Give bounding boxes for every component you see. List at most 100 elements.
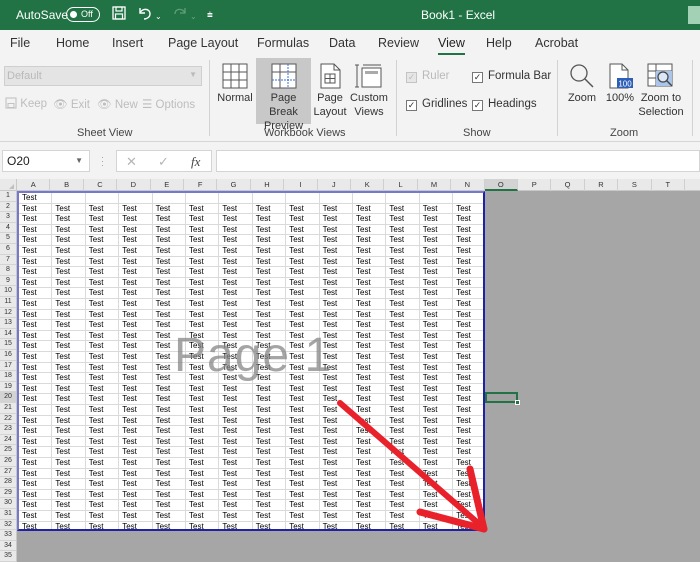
cell-b11[interactable]: Test <box>52 299 86 310</box>
cell-a3[interactable]: Test <box>19 214 53 225</box>
cell-k20[interactable]: Test <box>353 394 387 405</box>
cell-a32[interactable]: Test <box>19 521 53 529</box>
cell-a2[interactable]: Test <box>19 203 53 215</box>
cell-i11[interactable]: Test <box>286 299 320 310</box>
cell-m14[interactable]: Test <box>419 330 454 342</box>
row-header-2[interactable]: 2 <box>0 202 16 213</box>
cell-d2[interactable]: Test <box>119 203 153 215</box>
cell-n9[interactable]: Test <box>453 278 483 289</box>
row-header-28[interactable]: 28 <box>0 477 16 488</box>
cell-g12[interactable]: Test <box>219 309 253 321</box>
cell-j32[interactable]: Test <box>320 521 353 529</box>
cell-a10[interactable]: Test <box>19 288 53 299</box>
cell-j24[interactable]: Test <box>319 436 353 448</box>
cell-f31[interactable]: Test <box>186 511 220 522</box>
row-header-33[interactable]: 33 <box>0 530 16 541</box>
cell-f9[interactable]: Test <box>186 277 220 289</box>
cell-b20[interactable]: Test <box>52 394 86 405</box>
tab-insert[interactable]: Insert <box>112 36 143 50</box>
cell-n16[interactable]: Test <box>453 352 483 363</box>
cell-i20[interactable]: Test <box>286 394 320 405</box>
cell-m2[interactable]: Test <box>419 203 454 215</box>
row-header-22[interactable]: 22 <box>0 414 16 425</box>
cell-n1[interactable] <box>453 193 483 204</box>
cell-l31[interactable]: Test <box>386 511 420 522</box>
cell-e18[interactable]: Test <box>152 373 186 384</box>
cell-b7[interactable]: Test <box>52 256 86 268</box>
cell-h19[interactable]: Test <box>252 383 287 395</box>
cell-b28[interactable]: Test <box>52 479 86 490</box>
cell-e15[interactable]: Test <box>152 341 186 352</box>
cell-e22[interactable]: Test <box>152 415 186 427</box>
cell-n17[interactable]: Test <box>453 363 483 374</box>
cell-h7[interactable]: Test <box>252 256 287 268</box>
cell-f27[interactable]: Test <box>186 468 220 480</box>
column-header-b[interactable]: B <box>50 179 84 191</box>
row-header-12[interactable]: 12 <box>0 308 16 319</box>
cell-f25[interactable]: Test <box>186 447 220 458</box>
cell-j13[interactable]: Test <box>319 320 353 331</box>
splitter-handle[interactable]: · · · <box>101 153 104 170</box>
cell-j20[interactable]: Test <box>319 394 353 405</box>
cell-e17[interactable]: Test <box>152 362 186 374</box>
cell-h22[interactable]: Test <box>252 415 287 427</box>
cell-d26[interactable]: Test <box>119 458 153 469</box>
row-header-26[interactable]: 26 <box>0 456 16 467</box>
cell-g20[interactable]: Test <box>219 394 253 405</box>
cell-m15[interactable]: Test <box>419 341 454 352</box>
cell-j4[interactable]: Test <box>319 224 353 236</box>
cell-f2[interactable]: Test <box>186 203 220 215</box>
cell-a22[interactable]: Test <box>19 415 53 427</box>
cell-c18[interactable]: Test <box>85 373 120 384</box>
cell-b3[interactable]: Test <box>52 214 86 225</box>
cell-f16[interactable]: Test <box>186 352 220 363</box>
cell-c7[interactable]: Test <box>85 256 120 268</box>
tab-formulas[interactable]: Formulas <box>257 36 309 50</box>
cell-k22[interactable]: Test <box>353 415 387 427</box>
cell-g13[interactable]: Test <box>219 320 253 331</box>
row-header-24[interactable]: 24 <box>0 435 16 446</box>
headings-checkbox[interactable]: ✓ Headings <box>472 98 537 111</box>
cell-m9[interactable]: Test <box>419 277 454 289</box>
cell-n4[interactable]: Test <box>453 225 483 236</box>
cell-g16[interactable]: Test <box>219 352 253 363</box>
cell-b12[interactable]: Test <box>52 309 86 321</box>
cell-e5[interactable]: Test <box>152 235 186 246</box>
cell-c16[interactable]: Test <box>85 352 120 363</box>
row-header-21[interactable]: 21 <box>0 403 16 414</box>
cell-d10[interactable]: Test <box>119 288 153 299</box>
column-header-a[interactable]: A <box>17 179 51 191</box>
cell-n12[interactable]: Test <box>453 310 483 321</box>
cell-e8[interactable]: Test <box>152 267 186 278</box>
cell-m24[interactable]: Test <box>419 436 454 448</box>
cell-a13[interactable]: Test <box>19 320 53 331</box>
cell-g23[interactable]: Test <box>219 426 253 437</box>
cell-n27[interactable]: Test <box>453 469 483 480</box>
cell-h24[interactable]: Test <box>252 436 287 448</box>
cell-f13[interactable]: Test <box>186 320 220 331</box>
row-header-25[interactable]: 25 <box>0 445 16 456</box>
cell-d25[interactable]: Test <box>119 447 153 458</box>
cell-e13[interactable]: Test <box>152 320 186 331</box>
cell-d1[interactable] <box>119 193 153 204</box>
row-header-13[interactable]: 13 <box>0 318 16 329</box>
cell-m11[interactable]: Test <box>419 299 454 310</box>
cell-j25[interactable]: Test <box>319 447 353 458</box>
cell-n14[interactable]: Test <box>453 331 483 342</box>
cell-c21[interactable]: Test <box>85 405 120 416</box>
cell-c10[interactable]: Test <box>85 288 120 299</box>
cell-m32[interactable]: Test <box>420 521 454 529</box>
cell-j16[interactable]: Test <box>319 352 353 363</box>
cell-f1[interactable] <box>186 193 220 204</box>
cell-d32[interactable]: Test <box>119 521 153 529</box>
column-header-d[interactable]: D <box>117 179 151 191</box>
cell-c4[interactable]: Test <box>85 224 120 236</box>
cell-e21[interactable]: Test <box>152 405 186 416</box>
cell-l11[interactable]: Test <box>386 299 420 310</box>
cell-g27[interactable]: Test <box>219 468 253 480</box>
zoom-100-button[interactable]: 100 100% <box>604 58 636 124</box>
customize-qat-icon[interactable]: ⩧ <box>207 8 213 24</box>
row-header-20[interactable]: 20 <box>0 392 16 403</box>
cell-h8[interactable]: Test <box>252 267 287 278</box>
column-header-m[interactable]: M <box>418 179 452 191</box>
